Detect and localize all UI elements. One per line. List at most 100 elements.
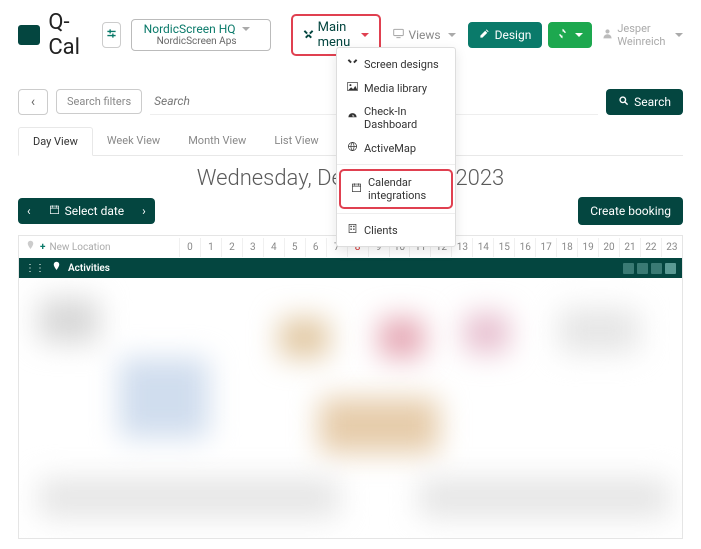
hour-cell: 3 — [242, 238, 263, 257]
dashboard-icon — [347, 111, 358, 125]
tab-label: Month View — [188, 134, 246, 147]
search-filters-button[interactable]: Search filters — [56, 89, 142, 114]
hour-cell: 0 — [179, 238, 200, 257]
activities-row-header[interactable]: ⋮⋮ Activities — [19, 258, 682, 278]
search-button-label: Search — [634, 95, 671, 109]
design-label: Design — [495, 28, 532, 42]
menu-item-label: Calendar integrations — [368, 176, 441, 202]
hour-cell: 4 — [263, 238, 284, 257]
menu-item-screen-designs[interactable]: Screen designs — [337, 52, 455, 76]
hour-cell: 15 — [493, 238, 514, 257]
refresh-button[interactable] — [548, 22, 592, 48]
create-booking-button[interactable]: Create booking — [578, 197, 683, 225]
menu-item-media-library[interactable]: Media library — [337, 76, 455, 100]
tab-list-view[interactable]: List View — [260, 127, 332, 155]
org-picker[interactable]: NordicScreen HQ NordicScreen Aps — [131, 19, 271, 51]
menu-item-clients[interactable]: Clients — [337, 218, 455, 242]
globe-icon — [347, 141, 358, 155]
calendar-icon — [351, 182, 362, 196]
view-mode-1-icon[interactable] — [623, 263, 634, 274]
hour-cell: 2 — [221, 238, 242, 257]
tab-label: Day View — [33, 135, 78, 148]
search-button[interactable]: Search — [606, 89, 683, 115]
hour-cell: 1 — [200, 238, 221, 257]
drag-icon: ⋮⋮ — [25, 263, 45, 274]
refresh-icon — [557, 28, 568, 42]
timeline: + New Location 0123456789101112131415161… — [18, 235, 683, 539]
tab-label: List View — [274, 134, 318, 147]
views-label: Views — [408, 28, 440, 42]
hour-cell: 19 — [577, 238, 598, 257]
chevron-down-icon — [572, 28, 583, 42]
timeline-content[interactable] — [19, 278, 682, 538]
create-booking-label: Create booking — [590, 204, 671, 218]
new-location-label: New Location — [49, 242, 110, 253]
chevron-right-icon: › — [142, 204, 146, 218]
brand-logo: Q-Cal — [18, 10, 88, 60]
hour-cell: 21 — [619, 238, 640, 257]
search-icon — [618, 95, 629, 109]
menu-item-label: Media library — [364, 82, 427, 95]
brand-mark — [18, 25, 40, 45]
menu-item-checkin-dashboard[interactable]: Check-In Dashboard — [337, 100, 455, 136]
hour-cell: 6 — [305, 238, 326, 257]
org-name: NordicScreen HQ — [144, 22, 236, 36]
hour-cell: 20 — [598, 238, 619, 257]
select-date-button[interactable]: Select date — [40, 198, 134, 224]
menu-item-label: Clients — [364, 224, 398, 237]
tab-month-view[interactable]: Month View — [174, 127, 260, 155]
main-menu-dropdown: Screen designs Media library Check-In Da… — [336, 47, 456, 247]
new-location-button[interactable]: + New Location — [19, 236, 179, 258]
back-button[interactable]: ‹ — [18, 89, 48, 115]
tools-icon — [303, 28, 314, 43]
select-date-control: ‹ Select date › — [18, 198, 155, 224]
user-name: Jesper Weinreich — [617, 22, 668, 48]
tab-week-view[interactable]: Week View — [93, 127, 174, 155]
hour-cell: 23 — [661, 238, 682, 257]
tools-icon — [347, 57, 358, 71]
chevron-down-icon — [445, 28, 456, 42]
pin-icon — [25, 240, 36, 254]
sliders-icon — [106, 28, 117, 42]
user-icon — [602, 28, 613, 42]
org-sub: NordicScreen Aps — [142, 36, 252, 47]
menu-item-label: ActiveMap — [364, 142, 416, 155]
view-mode-3-icon[interactable] — [651, 263, 662, 274]
user-menu[interactable]: Jesper Weinreich — [602, 22, 683, 48]
image-icon — [347, 81, 358, 95]
hour-cell: 17 — [535, 238, 556, 257]
chevron-down-icon — [358, 28, 369, 43]
tab-label: Week View — [107, 134, 160, 147]
chevron-left-icon: ‹ — [27, 204, 31, 218]
hour-cell: 16 — [514, 238, 535, 257]
next-day-button[interactable]: › — [133, 198, 155, 224]
plus-icon: + — [40, 242, 45, 253]
monitor-icon — [393, 28, 404, 42]
tab-day-view[interactable]: Day View — [18, 127, 93, 156]
prev-day-button[interactable]: ‹ — [18, 198, 40, 224]
design-button[interactable]: Design — [468, 22, 543, 48]
search-filters-label: Search filters — [67, 95, 131, 108]
calendar-icon — [49, 204, 60, 218]
settings-button[interactable] — [102, 22, 121, 48]
hour-cell: 22 — [640, 238, 661, 257]
building-icon — [347, 223, 358, 237]
menu-item-calendar-integrations[interactable]: Calendar integrations — [339, 169, 453, 209]
hour-cell: 14 — [472, 238, 493, 257]
hour-cell: 5 — [284, 238, 305, 257]
view-mode-2-icon[interactable] — [637, 263, 648, 274]
activities-label: Activities — [68, 263, 110, 274]
select-date-label: Select date — [65, 204, 125, 218]
menu-item-activemap[interactable]: ActiveMap — [337, 136, 455, 160]
menu-item-label: Check-In Dashboard — [364, 105, 445, 131]
settings-icon[interactable] — [665, 263, 676, 274]
main-menu-label: Main menu — [318, 20, 355, 50]
views-dropdown[interactable]: Views — [387, 24, 461, 46]
chevron-down-icon — [672, 29, 683, 42]
chevron-down-icon — [239, 22, 250, 36]
menu-item-label: Screen designs — [364, 58, 439, 71]
chevron-left-icon: ‹ — [31, 94, 35, 110]
brand-name: Q-Cal — [48, 10, 87, 60]
pin-icon — [51, 261, 62, 275]
pencil-icon — [479, 28, 490, 42]
